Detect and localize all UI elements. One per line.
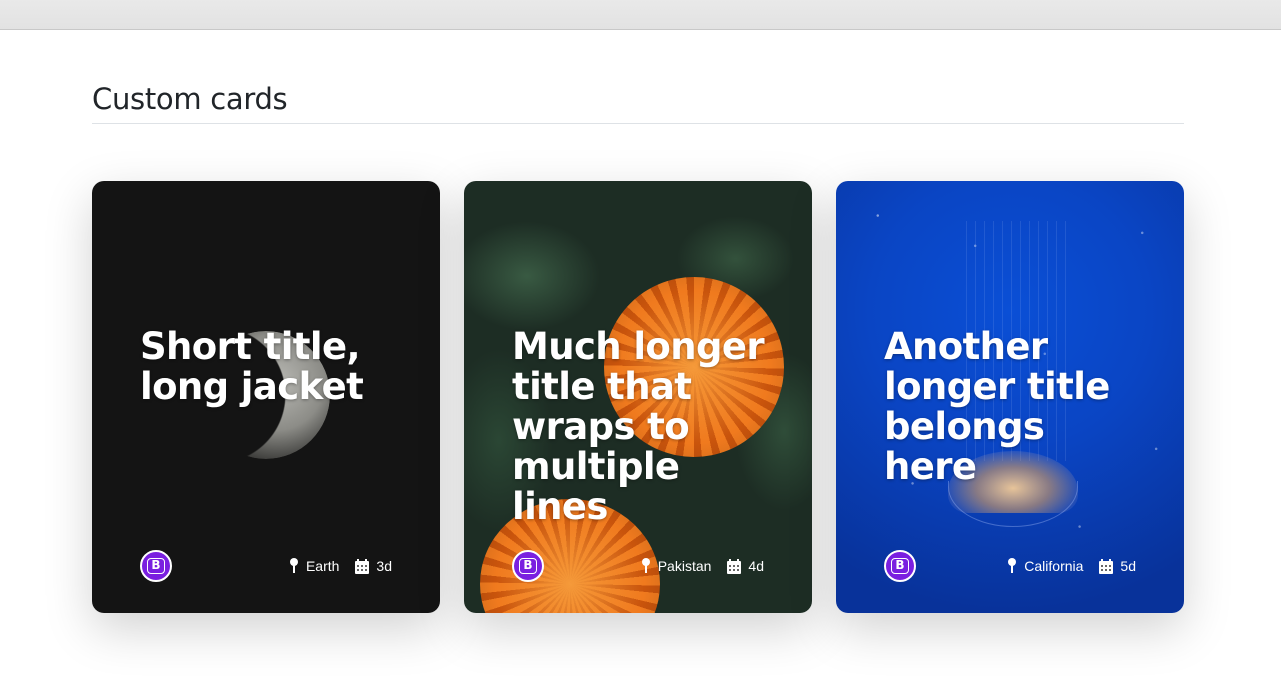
card-footer: B Pakistan 4d: [512, 550, 764, 582]
card-california[interactable]: Another longer title belongs here B Cali…: [836, 181, 1184, 613]
date-label: 4d: [748, 558, 764, 574]
location-label: Earth: [305, 558, 340, 574]
avatar-letter: B: [519, 558, 537, 574]
card-footer: B California 5d: [884, 550, 1136, 582]
date-label: 5d: [1120, 558, 1136, 574]
calendar-icon: [727, 558, 742, 574]
location-meta: Pakistan: [641, 558, 712, 574]
bootstrap-logo-icon: B: [140, 550, 172, 582]
bootstrap-logo-icon: B: [512, 550, 544, 582]
card-pakistan[interactable]: Much longer title that wraps to multiple…: [464, 181, 812, 613]
browser-top-bar: [0, 0, 1281, 30]
location-label: California: [1024, 558, 1084, 574]
date-label: 3d: [376, 558, 392, 574]
geo-fill-icon: [289, 558, 298, 573]
location-label: Pakistan: [657, 558, 712, 574]
card-meta: Earth 3d: [289, 558, 392, 574]
calendar-icon: [355, 558, 370, 574]
location-meta: California: [1007, 558, 1083, 574]
date-meta: 3d: [355, 558, 392, 574]
card-title: Another longer title belongs here: [884, 325, 1110, 488]
date-meta: 4d: [727, 558, 764, 574]
calendar-icon: [1099, 558, 1114, 574]
avatar-letter: B: [891, 558, 909, 574]
section-title: Custom cards: [92, 80, 1184, 124]
cards-row: Short title, long jacket B Earth 3d Much…: [92, 181, 1184, 613]
geo-fill-icon: [1008, 558, 1017, 573]
card-earth[interactable]: Short title, long jacket B Earth 3d: [92, 181, 440, 613]
card-title: Short title, long jacket: [140, 325, 364, 408]
bootstrap-logo-icon: B: [884, 550, 916, 582]
location-meta: Earth: [289, 558, 339, 574]
card-footer: B Earth 3d: [140, 550, 392, 582]
custom-cards-section: Custom cards: [92, 80, 1184, 124]
date-meta: 5d: [1099, 558, 1136, 574]
geo-fill-icon: [641, 558, 650, 573]
card-title: Much longer title that wraps to multiple…: [512, 325, 765, 528]
card-meta: California 5d: [1007, 558, 1136, 574]
card-meta: Pakistan 4d: [641, 558, 764, 574]
avatar-letter: B: [147, 558, 165, 574]
